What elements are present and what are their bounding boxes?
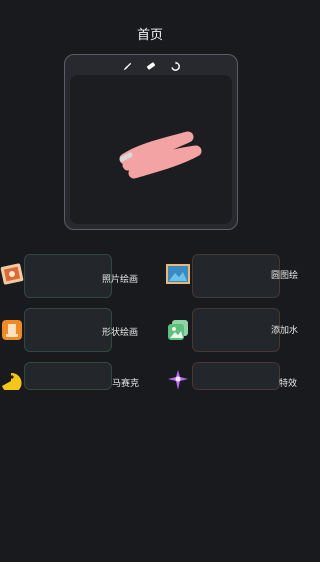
brush-stroke — [119, 131, 202, 179]
stacked-image-icon — [166, 318, 190, 342]
feature-card — [24, 254, 112, 298]
shape-tag-icon — [0, 318, 24, 342]
feature-label: 圆图绘 — [271, 271, 299, 281]
pacman-icon — [0, 372, 24, 396]
drawing-panel — [64, 54, 238, 230]
eraser-icon[interactable] — [144, 59, 158, 73]
page-title: 首页 — [136, 28, 163, 43]
feature-label: 形状绘画 — [102, 328, 139, 338]
landscape-picture-icon — [166, 264, 190, 288]
feature-label: 照片绘画 — [102, 275, 139, 285]
feature-card — [192, 308, 280, 352]
photo-frame-icon — [0, 262, 24, 286]
drawing-toolbar — [65, 59, 237, 73]
feature-card — [24, 308, 112, 352]
refresh-icon[interactable] — [168, 59, 182, 73]
sparkle-effect-icon — [166, 370, 190, 394]
feature-label: 添加水 — [271, 326, 299, 336]
drawing-canvas[interactable] — [70, 75, 232, 224]
brush-icon[interactable] — [120, 59, 134, 73]
feature-label: 马赛克 — [112, 379, 140, 389]
feature-label: 特效 — [279, 379, 298, 389]
feature-card — [192, 254, 280, 298]
feature-card — [24, 362, 112, 390]
feature-card — [192, 362, 280, 390]
